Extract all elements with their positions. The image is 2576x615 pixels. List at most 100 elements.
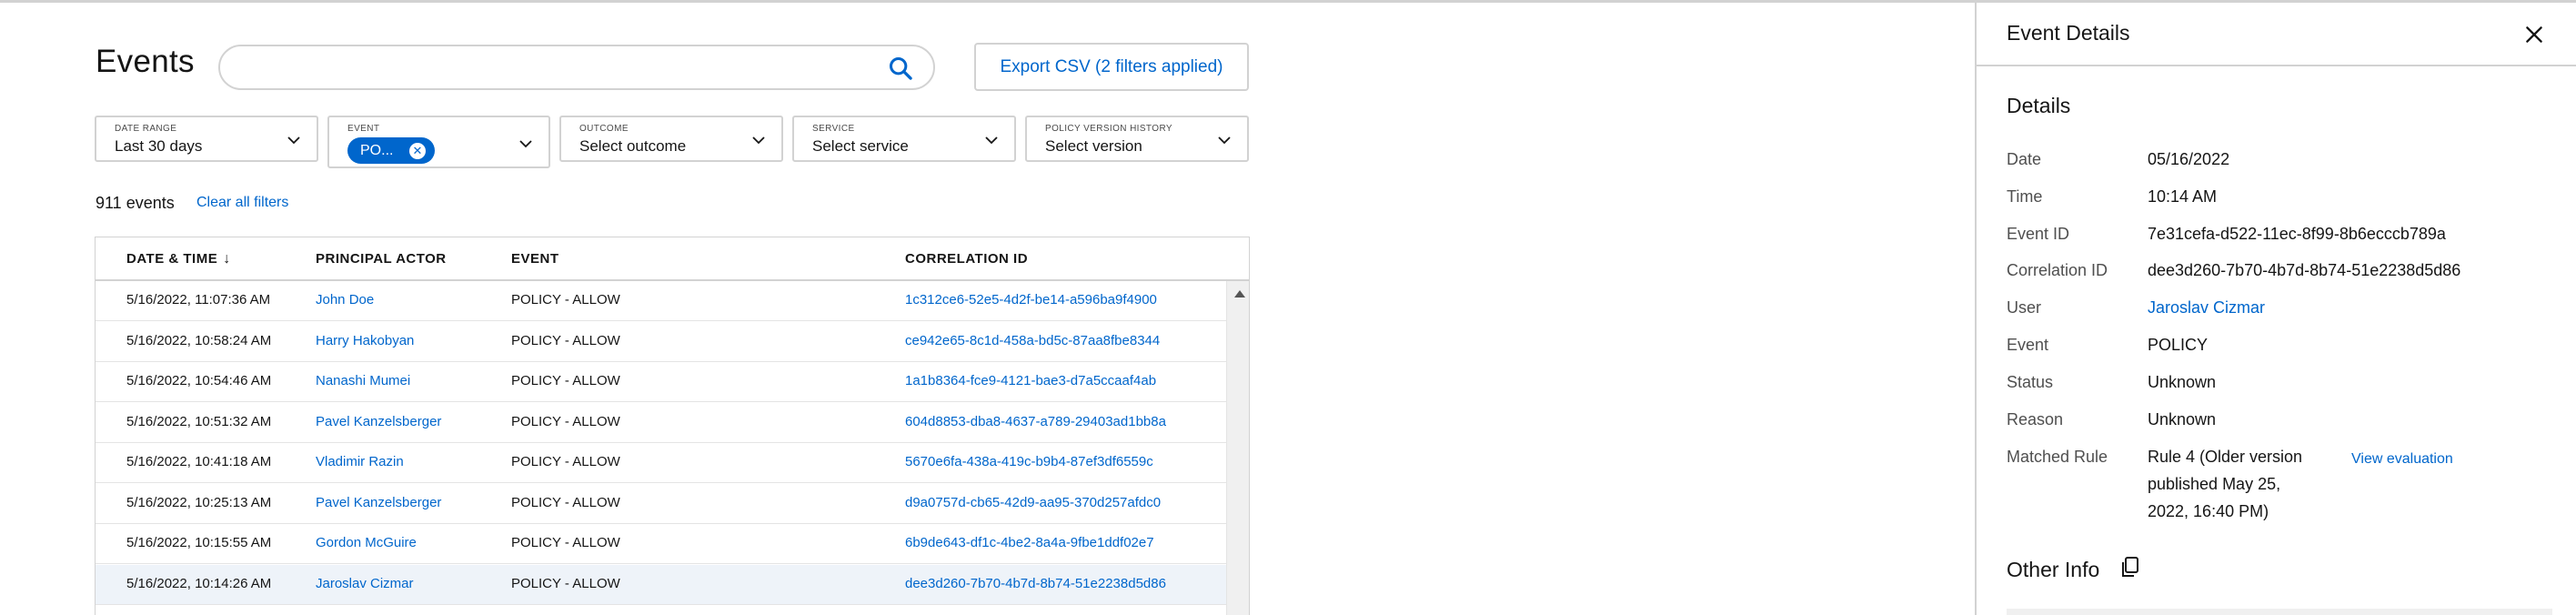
- chevron-down-icon: [752, 136, 765, 145]
- row-datetime: 5/16/2022, 10:15:55 AM: [126, 535, 272, 550]
- event-details-drawer: Event Details Details Date 05/16/2022 Time…: [1975, 3, 2576, 615]
- row-datetime: 5/16/2022, 11:07:36 AM: [126, 292, 271, 308]
- row-actor-link[interactable]: Pavel Kanzelsberger: [316, 414, 441, 429]
- row-correlation-link[interactable]: 1a1b8364-fce9-4121-bae3-d7a5ccaaf4ab: [905, 373, 1156, 388]
- chip-remove-icon[interactable]: ✕: [409, 143, 426, 159]
- row-datetime: 5/16/2022, 10:25:13 AM: [126, 494, 272, 510]
- table-row[interactable]: 5/16/2022, 10:41:18 AM Vladimir Razin POLI…: [96, 443, 1226, 483]
- detail-value: dee3d260-7b70-4b7d-8b74-51e2238d5d86: [2148, 261, 2461, 280]
- other-info-content: [2007, 609, 2552, 615]
- row-event: POLICY - ALLOW: [511, 292, 620, 308]
- row-actor-link[interactable]: Harry Hakobyan: [316, 333, 414, 348]
- user-link[interactable]: Jaroslav Cizmar: [2148, 298, 2265, 318]
- search-input[interactable]: [218, 45, 935, 90]
- row-correlation-link[interactable]: 1c312ce6-52e5-4d2f-be14-a596ba9f4900: [905, 292, 1157, 308]
- table-row[interactable]: 5/16/2022, 11:07:36 AM John Doe POLICY - A…: [96, 281, 1226, 321]
- chevron-down-icon: [985, 136, 998, 145]
- row-datetime: 5/16/2022, 10:51:32 AM: [126, 413, 272, 429]
- row-event: POLICY - ALLOW: [511, 373, 620, 388]
- events-count: 911 events: [96, 194, 175, 212]
- row-datetime: 5/16/2022, 10:54:46 AM: [126, 373, 272, 388]
- table-row[interactable]: 5/16/2022, 10:25:13 AM Pavel Kanzelsberge…: [96, 484, 1226, 524]
- view-evaluation-link[interactable]: View evaluation: [2351, 451, 2453, 468]
- table-row[interactable]: 5/16/2022, 10:14:26 AM Jaroslav Cizmar POL…: [96, 564, 1226, 605]
- event-filter[interactable]: EVENT PO... ✕: [327, 116, 550, 168]
- chevron-down-icon: [1218, 136, 1231, 145]
- table-row[interactable]: 5/16/2022, 10:58:24 AM Harry Hakobyan POLI…: [96, 322, 1226, 362]
- detail-value: POLICY: [2148, 336, 2209, 354]
- policy-version-filter[interactable]: POLICY VERSION HISTORY Select version: [1025, 116, 1249, 162]
- event-filter-chip[interactable]: PO... ✕: [347, 137, 435, 164]
- row-event: POLICY - ALLOW: [511, 454, 620, 469]
- close-icon[interactable]: [2522, 23, 2546, 46]
- table-scrollbar[interactable]: [1226, 281, 1249, 615]
- filter-label: SERVICE: [812, 124, 855, 134]
- filter-label: EVENT: [347, 124, 380, 134]
- detail-label: User: [2007, 298, 2042, 318]
- matched-rule-line: Rule 4 (Older version: [2148, 448, 2303, 466]
- column-header-datetime[interactable]: DATE & TIME ↓: [126, 251, 231, 267]
- detail-value: 05/16/2022: [2148, 150, 2230, 168]
- row-datetime: 5/16/2022, 10:58:24 AM: [126, 332, 272, 348]
- row-event: POLICY - ALLOW: [511, 332, 620, 348]
- row-correlation-link[interactable]: dee3d260-7b70-4b7d-8b74-51e2238d5d86: [905, 576, 1166, 591]
- column-header-event[interactable]: EVENT: [511, 251, 559, 267]
- detail-value: Unknown: [2148, 372, 2217, 391]
- row-correlation-link[interactable]: 604d8853-dba8-4637-a789-29403ad1bb8a: [905, 414, 1166, 429]
- service-filter[interactable]: SERVICE Select service: [792, 116, 1016, 162]
- export-csv-button[interactable]: Export CSV (2 filters applied): [974, 43, 1249, 91]
- row-datetime: 5/16/2022, 10:41:18 AM: [126, 454, 272, 469]
- row-correlation-link[interactable]: ce942e65-8c1d-458a-bd5c-87aa8fbe8344: [905, 333, 1160, 348]
- column-header-actor[interactable]: PRINCIPAL ACTOR: [316, 251, 447, 267]
- detail-label: Date: [2007, 150, 2042, 168]
- detail-label: Matched Rule: [2007, 448, 2108, 466]
- filter-label: POLICY VERSION HISTORY: [1045, 124, 1172, 134]
- row-correlation-link[interactable]: 6b9de643-df1c-4be2-8a4a-9fbe1ddf02e7: [905, 535, 1154, 550]
- detail-label: Event ID: [2007, 224, 2070, 243]
- row-event: POLICY - ALLOW: [511, 413, 620, 429]
- row-actor-link[interactable]: Pavel Kanzelsberger: [316, 495, 441, 510]
- scroll-up-icon[interactable]: [1234, 290, 1245, 297]
- chevron-down-icon: [519, 140, 532, 148]
- table-row[interactable]: 5/16/2022, 10:15:55 AM Gordon McGuire POLI…: [96, 524, 1226, 564]
- filter-label: DATE RANGE: [115, 124, 177, 134]
- row-event: POLICY - ALLOW: [511, 575, 620, 591]
- copy-icon[interactable]: [2119, 556, 2139, 580]
- sort-descending-icon[interactable]: ↓: [223, 251, 231, 267]
- table-row[interactable]: 5/16/2022, 10:51:32 AM Pavel Kanzelsberge…: [96, 403, 1226, 443]
- detail-value: 7e31cefa-d522-11ec-8f99-8b6ecccb789a: [2148, 224, 2446, 243]
- date-range-filter[interactable]: DATE RANGE Last 30 days: [95, 116, 318, 162]
- row-correlation-link[interactable]: d9a0757d-cb65-42d9-aa95-370d257afdc0: [905, 495, 1161, 510]
- events-table: DATE & TIME ↓ PRINCIPAL ACTOR EVENT CORRE…: [95, 237, 1250, 615]
- search-icon[interactable]: [888, 55, 913, 81]
- chevron-down-icon: [287, 136, 300, 145]
- chip-label: PO...: [360, 142, 394, 158]
- detail-label: Reason: [2007, 409, 2064, 428]
- row-event: POLICY - ALLOW: [511, 494, 620, 510]
- details-section-title: Details: [2007, 94, 2071, 117]
- row-actor-link[interactable]: Gordon McGuire: [316, 535, 417, 550]
- detail-value: Unknown: [2148, 409, 2217, 428]
- table-header: DATE & TIME ↓ PRINCIPAL ACTOR EVENT CORRE…: [96, 237, 1249, 281]
- row-actor-link[interactable]: Nanashi Mumei: [316, 373, 410, 388]
- row-actor-link[interactable]: Jaroslav Cizmar: [316, 576, 414, 591]
- page-title: Events: [96, 44, 195, 79]
- clear-filters-link[interactable]: Clear all filters: [196, 195, 288, 211]
- row-actor-link[interactable]: Vladimir Razin: [316, 454, 404, 469]
- filter-value: Select version: [1045, 137, 1142, 155]
- filter-label: OUTCOME: [579, 124, 629, 134]
- detail-label: Status: [2007, 372, 2054, 391]
- detail-label: Correlation ID: [2007, 261, 2108, 280]
- outcome-filter[interactable]: OUTCOME Select outcome: [559, 116, 783, 162]
- table-row[interactable]: 5/16/2022, 10:54:46 AM Nanashi Mumei POLIC…: [96, 362, 1226, 402]
- other-info-title: Other Info: [2007, 558, 2100, 581]
- row-actor-link[interactable]: John Doe: [316, 292, 374, 308]
- drawer-header: Event Details: [1977, 3, 2576, 66]
- detail-value: 10:14 AM: [2148, 187, 2218, 206]
- row-correlation-link[interactable]: 5670e6fa-438a-419c-b9b4-87ef3df6559c: [905, 454, 1153, 469]
- filter-value: Select service: [812, 137, 909, 155]
- matched-rule-line: published May 25,: [2148, 475, 2281, 493]
- filter-value: Last 30 days: [115, 137, 203, 155]
- column-header-correlation[interactable]: CORRELATION ID: [905, 251, 1028, 267]
- row-datetime: 5/16/2022, 10:14:26 AM: [126, 575, 272, 591]
